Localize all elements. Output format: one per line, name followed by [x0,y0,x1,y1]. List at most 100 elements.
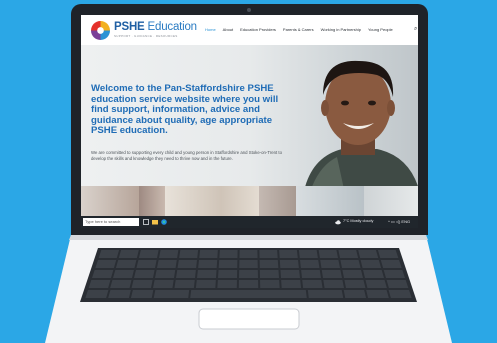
keyboard-key [338,250,359,258]
keyboard-key [153,290,190,298]
keyboard-key [88,280,111,288]
keyboard-key [85,290,109,298]
keyboard-key [343,290,367,298]
keyboard-key [197,270,217,278]
laptop-lid: PSHE Education SUPPORT · GUIDANCE · RESO… [71,4,428,235]
webcam-icon [247,8,251,12]
keyboard-key [259,270,279,278]
keyboard-key [153,280,174,288]
keyboard-key [198,260,218,268]
nav-parents-carers[interactable]: Parents & Carers [283,27,314,32]
photo-tile-1[interactable] [81,186,139,216]
keyboard-key [113,270,134,278]
keyboard-key [199,250,218,258]
nav-about[interactable]: About [223,27,233,32]
photo-tile-4[interactable] [259,186,296,216]
file-explorer-icon[interactable] [152,219,158,225]
keyboard-key [280,270,300,278]
keyboard-key [157,260,177,268]
smiling-boy-photo [305,60,418,186]
keyboard-key [239,260,258,268]
keyboard-key [259,260,279,268]
taskbar-search-input[interactable]: Type here to search [83,218,139,226]
keyboard-key [238,280,259,288]
photo-tile-6[interactable] [364,186,418,216]
brand[interactable]: PSHE Education SUPPORT · GUIDANCE · RESO… [114,21,197,38]
hero-title: Welcome to the Pan-Staffordshire PSHE ed… [91,83,279,136]
keyboard-key [259,250,278,258]
keyboard-key [279,260,299,268]
keyboard-key [377,250,399,258]
search-icon[interactable]: ⌕ [414,26,417,33]
keyboard-key [155,270,176,278]
keyboard-key [363,270,384,278]
keyboard-key [195,280,216,288]
keyboard-key [279,250,298,258]
brand-name-suffix: Education [144,21,198,33]
keyboard-key [340,260,361,268]
keyboard-key [344,280,366,288]
nav-young-people[interactable]: Young People [368,27,393,32]
keyboard-key [380,260,402,268]
keyboard-key [218,260,238,268]
keyboard-key [110,280,132,288]
keyboard-key [320,260,340,268]
keyboard-key [321,270,342,278]
keyboard-key [115,260,137,268]
keyboard-key [95,260,117,268]
keyboard-key [366,290,389,298]
site-header: PSHE Education SUPPORT · GUIDANCE · RESO… [81,15,418,45]
keyboard-key [190,290,307,298]
keyboard-key [131,280,153,288]
keyboard-key [108,290,131,298]
keyboard-key [281,280,302,288]
keyboard-key [136,260,157,268]
keyboard-key [179,250,199,258]
nav-education-providers[interactable]: Education Providers [240,27,276,32]
browser-icon[interactable] [161,219,167,225]
keyboard-key [218,270,238,278]
keyboard-key [176,270,196,278]
keyboard-key [383,270,405,278]
hero-description: We are committed to supporting every chi… [91,150,282,161]
trackpad[interactable] [198,308,300,330]
taskbar-weather[interactable]: 7°C Mostly cloudy [343,219,373,223]
keyboard-key [365,280,387,288]
photo-strip [81,186,418,216]
keyboard-key [219,250,238,258]
keyboard-key [358,250,379,258]
keyboard-key [98,250,120,258]
main-nav: Home About Education Providers Parents &… [205,27,393,32]
weather-cloud-icon [335,220,341,225]
laptop-keyboard-base [45,235,452,343]
brand-name: PSHE [114,21,145,33]
keyboard-key [134,270,155,278]
keyboard-key [388,290,412,298]
keyboard-key [298,250,318,258]
system-tray[interactable]: ^ ▭ ◁) ENG [388,219,410,224]
task-view-icon[interactable] [143,219,149,225]
photo-tile-2[interactable] [139,186,165,216]
keyboard-key [307,290,344,298]
keyboard-key [138,250,159,258]
pshe-logo-icon[interactable] [91,21,110,40]
keyboard-key [302,280,323,288]
keyboard-key [130,290,154,298]
photo-tile-5[interactable] [296,186,364,216]
keyboard-key [118,250,139,258]
laptop-screen: PSHE Education SUPPORT · GUIDANCE · RESO… [81,15,418,228]
keyboard-key [159,250,179,258]
nav-home[interactable]: Home [205,27,216,32]
keyboard-key [174,280,195,288]
keyboard-key [323,280,344,288]
keyboard-key [92,270,114,278]
keyboard-key [300,260,320,268]
os-taskbar: Type here to search 7°C Mostly cloudy ^ … [81,216,418,228]
nav-working-in-partnership[interactable]: Working in Partnership [321,27,361,32]
keyboard-key [342,270,363,278]
keyboard-key [260,280,280,288]
keyboard-key [217,280,237,288]
keyboard-key [301,270,321,278]
keyboard-key [177,260,197,268]
photo-tile-3[interactable] [165,186,259,216]
